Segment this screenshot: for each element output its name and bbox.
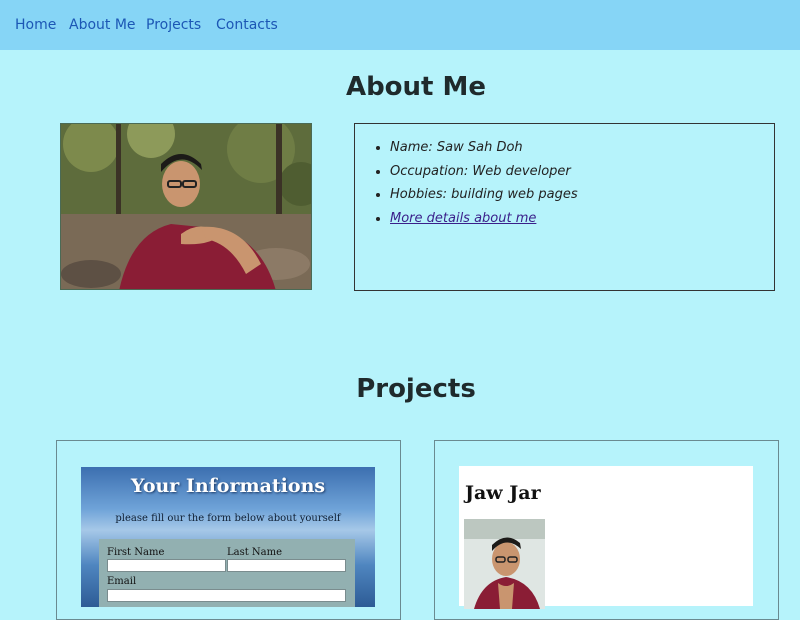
about-details-list: Name: Saw Sah Doh Occupation: Web develo… bbox=[355, 124, 774, 232]
about-section-title: About Me bbox=[345, 72, 487, 102]
email-label: Email bbox=[107, 576, 137, 587]
about-more-item: More details about me bbox=[390, 209, 774, 233]
navbar: Home About Me Projects Contacts bbox=[0, 0, 800, 50]
last-name-label: Last Name bbox=[227, 547, 283, 558]
first-name-field[interactable] bbox=[107, 559, 226, 572]
nav-projects-link[interactable]: Projects bbox=[146, 17, 201, 33]
nav-contacts-link[interactable]: Contacts bbox=[216, 17, 278, 33]
form-preview-subtitle: please fill our the form below about you… bbox=[115, 513, 341, 524]
nav-about-link[interactable]: About Me bbox=[69, 17, 136, 33]
form-project-preview[interactable]: Your Informations please fill our the fo… bbox=[81, 467, 375, 607]
projects-section-title: Projects bbox=[356, 374, 476, 404]
first-name-label: First Name bbox=[107, 547, 165, 558]
form-preview-panel: First Name Last Name Email bbox=[99, 539, 355, 607]
profile-preview-illustration bbox=[464, 519, 545, 609]
profile-photo-illustration bbox=[61, 124, 311, 289]
about-occupation-item: Occupation: Web developer bbox=[390, 162, 774, 186]
about-details-box: Name: Saw Sah Doh Occupation: Web develo… bbox=[354, 123, 775, 291]
nav-home-link[interactable]: Home bbox=[15, 17, 56, 33]
about-hobbies-item: Hobbies: building web pages bbox=[390, 185, 774, 209]
last-name-field[interactable] bbox=[227, 559, 346, 572]
more-details-link[interactable]: More details about me bbox=[390, 211, 536, 226]
email-field[interactable] bbox=[107, 589, 346, 602]
profile-photo bbox=[60, 123, 312, 290]
profile-preview-name: Jaw Jar bbox=[465, 482, 541, 504]
profile-preview-photo bbox=[464, 519, 545, 609]
form-preview-title: Your Informations bbox=[130, 475, 326, 497]
profile-project-preview[interactable]: Jaw Jar bbox=[459, 466, 753, 609]
about-name-item: Name: Saw Sah Doh bbox=[390, 138, 774, 162]
